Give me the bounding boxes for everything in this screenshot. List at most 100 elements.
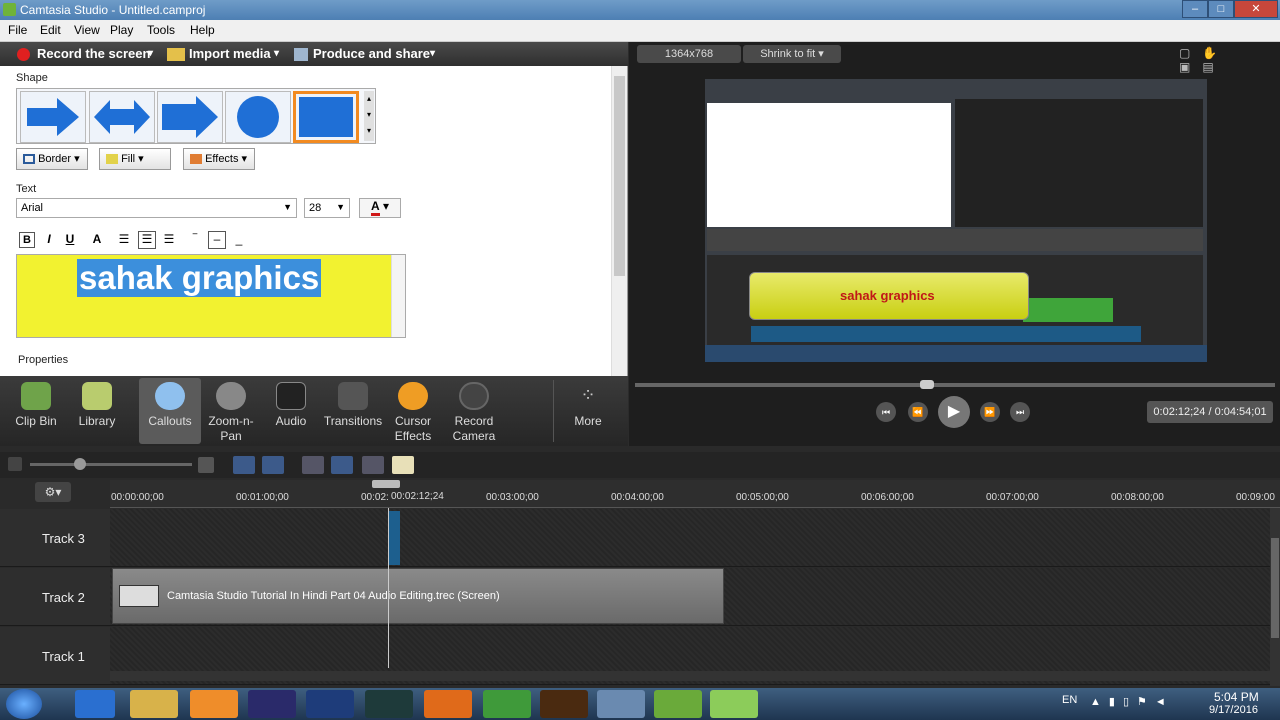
underline-button[interactable]: U [62,232,78,248]
menu-view[interactable]: View [74,23,100,37]
firefox-icon[interactable] [424,690,472,718]
import-media-button[interactable]: Import media [189,46,271,61]
shape-rectangle-selected[interactable] [293,91,359,143]
fit-dropdown[interactable]: Shrink to fit ▾ [743,45,841,63]
align-left-icon[interactable]: ☰ [116,232,132,248]
undo-icon[interactable] [233,456,255,474]
bold-button[interactable]: B [19,232,35,248]
clock-date[interactable]: 9/17/2016 [1209,704,1258,716]
scrubber-thumb[interactable] [920,380,934,389]
audio-tab[interactable]: Audio [260,378,322,428]
explorer-icon[interactable] [130,690,178,718]
preview-scrubber[interactable] [635,380,1275,389]
paste-icon[interactable] [392,456,414,474]
menu-play[interactable]: Play [110,23,133,37]
more-tab[interactable]: ⁘ More [557,378,619,428]
timeline-vscrollbar[interactable] [1270,508,1280,686]
callout-clip[interactable] [388,511,400,565]
language-indicator[interactable]: EN [1062,694,1077,706]
camtasia-studio-active-icon[interactable] [710,690,758,718]
timeline-settings-button[interactable]: ⚙▾ [35,482,71,502]
next-clip-button[interactable]: ⏭ [1010,402,1030,422]
callouts-tab[interactable]: Callouts [139,378,201,444]
text-style-icon[interactable]: A [89,232,105,248]
transitions-tab[interactable]: Transitions [320,378,386,428]
shape-arrow-double[interactable] [89,91,155,143]
minimize-button[interactable]: – [1182,0,1208,18]
resolution-dropdown[interactable]: 1364x768 [637,45,741,63]
record-camera-tab[interactable]: Record Camera [443,378,505,444]
preview-tool-icons[interactable]: ▢✋▣▤ [1179,46,1275,74]
illustrator-icon[interactable] [540,690,588,718]
border-button[interactable]: Border ▾ [16,148,88,170]
track-3-header[interactable]: Track 3 [0,509,110,567]
valign-bottom-icon[interactable]: _ [231,232,247,248]
clip-bin-tab[interactable]: Clip Bin [5,378,67,428]
zoom-pan-tab[interactable]: Zoom-n- Pan [200,378,262,444]
menu-help[interactable]: Help [190,23,215,37]
track-1-header[interactable]: Track 1 [0,627,110,685]
camtasia-studio-icon[interactable] [654,690,702,718]
camtasia-recorder-icon[interactable] [365,690,413,718]
start-button[interactable] [6,689,42,719]
timeline-hscrollbar[interactable] [110,671,1270,681]
editor-scrollbar[interactable] [391,255,405,337]
zoom-in-icon[interactable] [198,457,214,473]
chrome-icon[interactable] [483,690,531,718]
effects-button[interactable]: Effects ▾ [183,148,255,170]
valign-middle-icon[interactable]: – [208,231,226,249]
panel-scrollbar[interactable] [611,66,627,376]
valign-top-icon[interactable]: ‾ [187,232,203,248]
fast-forward-button[interactable]: ⏩ [980,402,1000,422]
gallery-scroll[interactable]: ▴ ▾ ▾ [364,91,374,141]
clock-time[interactable]: 5:04 PM [1214,690,1259,704]
italic-button[interactable]: I [41,232,57,248]
fill-button[interactable]: Fill ▾ [99,148,171,170]
import-dropdown-icon[interactable]: ▾ [274,48,279,59]
shape-arrow-right[interactable] [20,91,86,143]
zoom-slider-thumb[interactable] [74,458,86,470]
rewind-button[interactable]: ⏪ [908,402,928,422]
zoom-slider[interactable] [30,458,192,470]
redo-icon[interactable] [262,456,284,474]
menu-tools[interactable]: Tools [147,23,175,37]
playhead-marker[interactable] [372,480,400,488]
callout-shape-preview[interactable]: sahak graphics [749,272,1029,320]
play-button[interactable]: ▶ [938,396,970,428]
library-tab[interactable]: Library [66,378,128,428]
align-center-icon[interactable]: ☰ [138,231,156,249]
produce-share-button[interactable]: Produce and share [313,46,430,61]
font-select[interactable]: Arial ▼ [16,198,297,218]
shape-arrow-chevron[interactable] [157,91,223,143]
cut-icon[interactable] [302,456,324,474]
align-right-icon[interactable]: ☰ [161,232,177,248]
close-button[interactable]: ✕ [1234,0,1278,18]
previous-clip-button[interactable]: ⏮ [876,402,896,422]
maximize-button[interactable]: □ [1208,0,1234,18]
copy-icon[interactable] [362,456,384,474]
screen-recording-clip[interactable]: Camtasia Studio Tutorial In Hindi Part 0… [112,568,724,624]
time-ruler[interactable]: 00:00:00;00 00:01:00;00 00:02: 00:02:12;… [110,480,1280,508]
media-player-icon[interactable] [190,690,238,718]
menu-file[interactable]: File [8,23,27,37]
font-color-button[interactable]: A ▾ [359,198,401,218]
record-dropdown-icon[interactable]: ▾ [148,48,153,59]
ie-icon[interactable] [75,690,115,718]
tray-icons[interactable]: ▲▮▯⚑◄ [1090,695,1174,708]
track-2-header[interactable]: Track 2 [0,568,110,626]
panel-scroll-thumb[interactable] [614,76,625,276]
track-3-body[interactable] [110,509,1270,567]
cursor-effects-tab[interactable]: Cursor Effects [382,378,444,444]
after-effects-icon[interactable] [248,690,296,718]
zoom-out-icon[interactable] [8,457,22,471]
menu-edit[interactable]: Edit [40,23,61,37]
callout-text-editor[interactable]: sahak graphics [16,254,406,338]
window-icon[interactable] [597,690,645,718]
video-canvas[interactable]: sahak graphics [705,79,1207,362]
shape-circle[interactable] [225,91,291,143]
track-2-body[interactable]: Camtasia Studio Tutorial In Hindi Part 0… [110,568,1270,626]
photoshop-icon[interactable] [306,690,354,718]
split-icon[interactable] [331,456,353,474]
produce-dropdown-icon[interactable]: ▾ [430,48,435,59]
font-size-select[interactable]: 28 ▼ [304,198,350,218]
